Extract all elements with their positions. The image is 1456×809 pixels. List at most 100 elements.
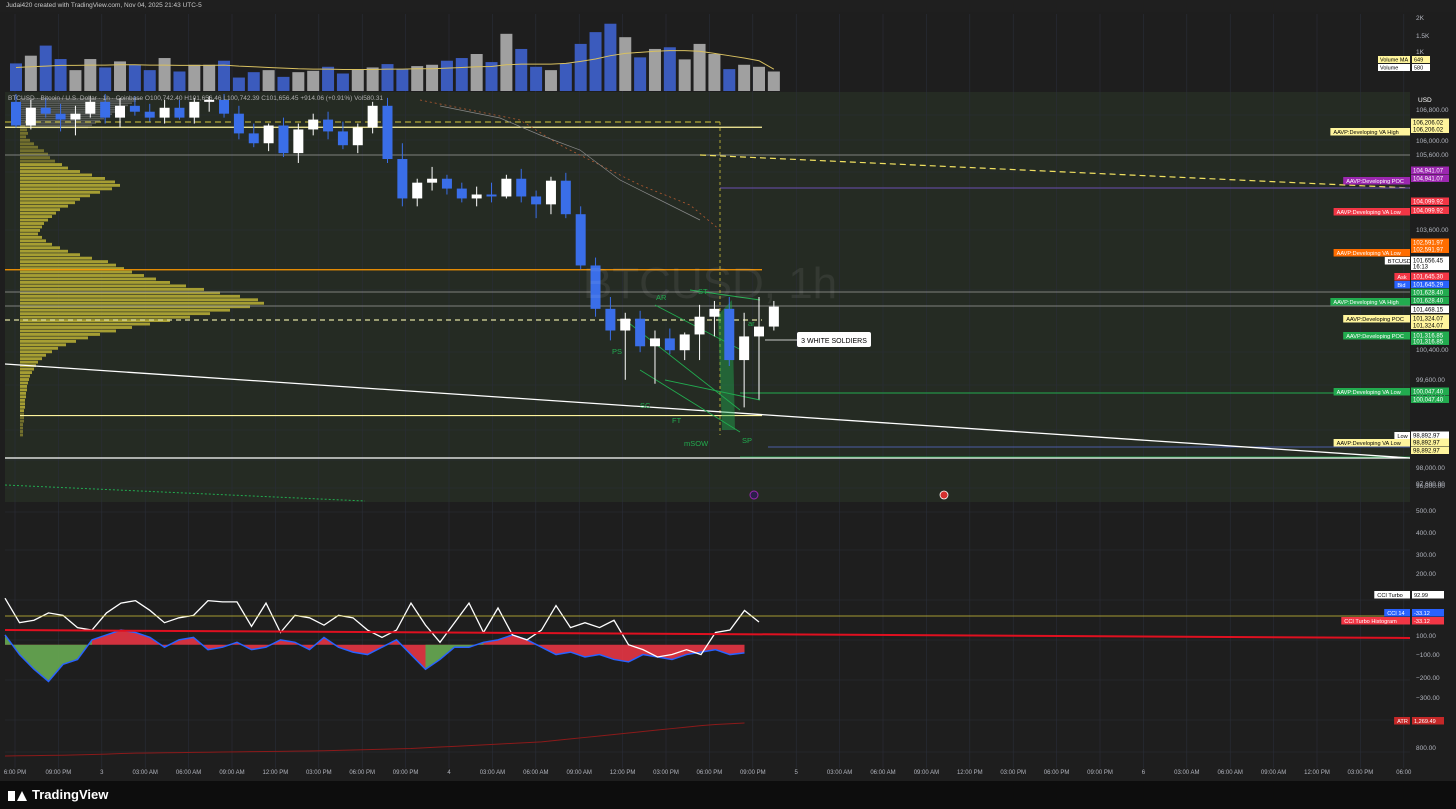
profile-row — [20, 426, 23, 430]
profile-row — [20, 204, 68, 208]
volume-bar — [336, 73, 349, 91]
candle-body — [560, 180, 571, 215]
profile-row — [20, 430, 23, 433]
candle-body — [308, 119, 319, 130]
profile-row — [20, 163, 62, 166]
volume-bar — [232, 77, 245, 91]
profile-row — [20, 312, 210, 316]
volume-bar — [39, 45, 52, 91]
brand-name: TradingView — [32, 787, 109, 802]
wyckoff-label: FT — [672, 416, 682, 425]
time-tick: 09:00 AM — [219, 770, 244, 776]
candle-body — [55, 113, 66, 120]
volume-bar — [188, 64, 201, 91]
btcusd-chart[interactable]: BTCUSD, 1h BTCUSD · Bitcoin / U.S. Dolla… — [0, 0, 1456, 781]
price-tag-text: 104,099.92 — [1413, 209, 1444, 215]
candle-body — [664, 338, 675, 351]
candle-body — [649, 338, 660, 347]
profile-row — [20, 405, 25, 409]
candle-body — [724, 308, 735, 361]
volume-bar — [753, 66, 765, 91]
volume-bar — [307, 70, 320, 91]
price-tag-text: 104,941.07 — [1413, 169, 1444, 175]
osc-tick: 800.00 — [1416, 745, 1436, 752]
volume-bar — [396, 69, 409, 91]
price-tag-text: 101,645.29 — [1413, 283, 1444, 289]
candle-body — [397, 159, 408, 199]
candle-body — [486, 194, 497, 197]
wyckoff-label: PS — [612, 347, 622, 356]
candle-body — [620, 318, 631, 331]
profile-row — [20, 308, 230, 312]
candle-body — [516, 178, 527, 197]
candle-body — [144, 111, 155, 118]
profile-row — [20, 395, 26, 399]
profile-row — [20, 360, 38, 364]
volume-bar — [470, 54, 483, 91]
osc-legend-value: 1,269.49 — [1414, 719, 1436, 725]
profile-row — [20, 166, 68, 170]
profile-row — [20, 253, 80, 257]
profile-row — [20, 326, 132, 329]
time-tick: 5 — [795, 770, 799, 776]
price-tag-text: 101,316.85 — [1413, 340, 1444, 346]
time-tick: 12:00 PM — [263, 770, 289, 776]
profile-top-row — [20, 104, 128, 107]
profile-row — [20, 170, 80, 173]
wyckoff-label: AR — [656, 293, 667, 302]
volume-bar — [114, 61, 127, 91]
tradingview-brand[interactable]: TradingView — [8, 787, 108, 802]
volume-bar — [69, 70, 82, 91]
price-tag-text: 101,628.40 — [1413, 291, 1444, 297]
profile-row — [20, 156, 50, 160]
profile-row — [20, 336, 88, 340]
profile-row — [20, 177, 105, 180]
volume-bar — [351, 69, 364, 91]
profile-row — [20, 277, 156, 281]
profile-row — [20, 239, 46, 243]
profile-row — [20, 149, 44, 153]
candle-body — [531, 196, 542, 205]
volume-legend-name: Volume MA — [1380, 58, 1408, 64]
time-axis[interactable]: 6:00 PM 09:00 PM 3 03:00 AM 06:00 AM 09:00 AM… — [4, 770, 1412, 776]
profile-row — [20, 398, 25, 402]
price-tick: 103,600.00 — [1416, 227, 1449, 234]
profile-row — [20, 190, 100, 194]
wyckoff-label: ar — [748, 319, 755, 328]
profile-row — [20, 225, 42, 229]
profile-row — [20, 402, 25, 406]
candle-body — [11, 101, 21, 126]
tradingview-logo-icon — [8, 789, 27, 801]
osc-legend-name: ATR — [1397, 719, 1408, 725]
osc-legend-value: -33.12 — [1414, 611, 1430, 617]
price-tag-text: 101,324.07 — [1413, 324, 1444, 330]
volume-bar — [530, 66, 543, 91]
volume-bar — [277, 76, 290, 91]
volume-bar — [99, 67, 112, 91]
profile-row — [20, 294, 240, 298]
profile-row — [20, 260, 108, 264]
profile-row — [20, 246, 60, 250]
profile-row — [20, 367, 34, 371]
time-tick: 09:00 PM — [740, 770, 766, 776]
symbol-info-line: BTCUSD · Bitcoin / U.S. Dollar · 1h · Co… — [8, 95, 383, 102]
profile-row — [20, 159, 55, 163]
time-tick: 03:00 PM — [306, 770, 332, 776]
time-tick: 6:00 PM — [4, 770, 26, 776]
profile-row — [20, 235, 42, 239]
price-tick: 99,600.00 — [1416, 377, 1445, 384]
volume-tick: 2K — [1416, 15, 1425, 22]
candle-body — [174, 107, 185, 118]
chart-watermark: BTCUSD, 1h — [583, 259, 837, 308]
indicator-label-text: AAVP:Developing VA High — [1333, 130, 1398, 136]
time-tick: 09:00 AM — [567, 770, 592, 776]
time-tick: 03:00 PM — [1000, 770, 1026, 776]
flag-marker-icon — [939, 490, 949, 500]
wyckoff-label: ST — [698, 287, 708, 296]
candle-body — [382, 105, 393, 160]
volume-tick: 1K — [1416, 49, 1425, 56]
candle-body — [233, 113, 244, 134]
time-tick: 09:00 PM — [1087, 770, 1113, 776]
profile-row — [20, 287, 204, 291]
price-tag-text: 98,892.97 — [1413, 441, 1440, 447]
